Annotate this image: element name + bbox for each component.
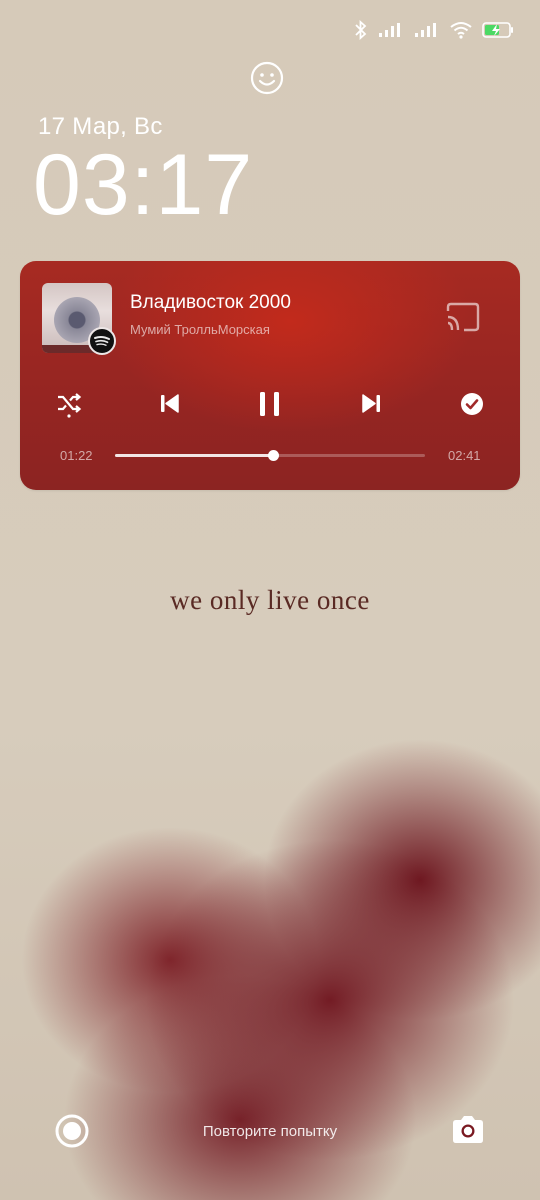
media-player[interactable]: Владивосток 2000 Мумий ТролльМорская 01:… (20, 261, 520, 490)
progress-thumb[interactable] (268, 450, 280, 461)
wifi-icon (450, 22, 472, 39)
pause-icon[interactable] (256, 389, 284, 419)
progress-fill (115, 454, 274, 457)
wallpaper-quote: we only live once (170, 585, 370, 615)
spotify-icon (88, 327, 116, 355)
signal-icon (415, 23, 436, 37)
signal-icon (379, 23, 400, 37)
smiley-icon[interactable] (249, 60, 285, 96)
lock-clock: 03:17 (33, 137, 254, 233)
cast-icon[interactable] (444, 301, 482, 333)
previous-icon[interactable] (156, 389, 184, 419)
song-title: Владивосток 2000 (130, 292, 291, 313)
battery-charging-icon (482, 22, 513, 38)
camera-icon[interactable] (450, 1114, 486, 1146)
elapsed-time: 01:22 (60, 448, 93, 463)
check-icon[interactable] (457, 389, 487, 419)
shuffle-icon[interactable] (54, 389, 84, 419)
progress-track[interactable] (115, 450, 425, 461)
bluetooth-icon (355, 20, 367, 40)
status-bar (354, 20, 514, 40)
total-time: 02:41 (448, 448, 481, 463)
next-icon[interactable] (357, 389, 385, 419)
artist-name: Мумий ТролльМорская (130, 322, 270, 337)
